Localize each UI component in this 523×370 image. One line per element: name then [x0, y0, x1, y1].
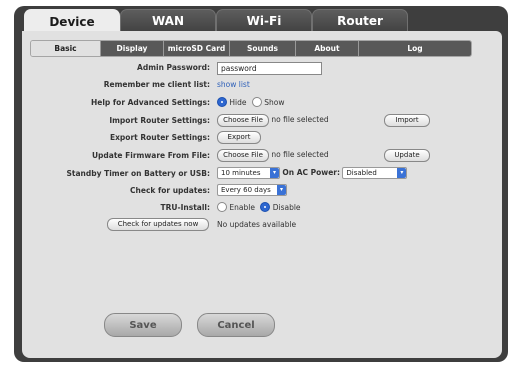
chevron-updown-icon: ▾	[270, 168, 279, 178]
check-now-wrap: Check for updates now	[107, 218, 209, 231]
subtab-log[interactable]: Log	[359, 41, 471, 56]
subtab-basic[interactable]: Basic	[31, 41, 101, 56]
disable-radio[interactable]	[260, 202, 271, 212]
firmware-label: Update Firmware From File:	[91, 151, 210, 160]
import-choose-file-button[interactable]: Choose File	[217, 114, 269, 127]
subtab-sounds[interactable]: Sounds	[230, 41, 296, 56]
tab-wifi[interactable]: Wi-Fi	[216, 9, 312, 31]
subtab-about[interactable]: About	[296, 41, 359, 56]
firmware-no-file-text: no file selected	[271, 150, 329, 159]
check-updates-select-value: Every 60 days	[221, 186, 271, 194]
import-button[interactable]: Import	[384, 114, 430, 127]
disable-label: Disable	[272, 203, 301, 212]
subtab-microsd[interactable]: microSD Card	[164, 41, 230, 56]
tru-install-label: TRU-Install:	[160, 203, 210, 212]
update-button-wrap: Update	[384, 149, 430, 162]
tab-router[interactable]: Router	[312, 9, 408, 31]
export-row: Export	[217, 131, 261, 144]
check-updates-label: Check for updates:	[130, 186, 210, 195]
standby-label: Standby Timer on Battery or USB:	[66, 169, 210, 178]
admin-password-input[interactable]: password	[217, 62, 322, 75]
tru-install-radio-group: Enable Disable	[217, 202, 301, 212]
show-list-link[interactable]: show list	[217, 80, 250, 89]
check-updates-now-button[interactable]: Check for updates now	[107, 218, 209, 231]
standby-row: 10 minutes ▾ On AC Power: Disabled ▾	[217, 167, 408, 179]
import-no-file-text: no file selected	[271, 115, 329, 124]
chevron-updown-icon: ▾	[277, 185, 286, 195]
check-now-status: No updates available	[217, 220, 297, 229]
cancel-button[interactable]: Cancel	[197, 313, 275, 337]
import-row: Choose File no file selected	[217, 114, 329, 127]
chevron-updown-icon: ▾	[397, 168, 407, 178]
help-radio-group: Hide Show	[217, 97, 285, 107]
ac-power-select[interactable]: Disabled ▾	[342, 167, 408, 179]
check-updates-select[interactable]: Every 60 days ▾	[217, 184, 287, 196]
show-label: Show	[264, 98, 285, 107]
main-tabs: Device WAN Wi-Fi Router	[14, 6, 508, 34]
firmware-choose-file-button[interactable]: Choose File	[217, 149, 269, 162]
enable-label: Enable	[229, 203, 255, 212]
export-button[interactable]: Export	[217, 131, 261, 144]
firmware-row: Choose File no file selected	[217, 149, 329, 162]
enable-radio[interactable]	[217, 202, 227, 212]
hide-label: Hide	[229, 98, 247, 107]
export-label: Export Router Settings:	[109, 133, 210, 142]
ac-power-label: On AC Power:	[282, 168, 340, 177]
save-button[interactable]: Save	[104, 313, 182, 337]
standby-select[interactable]: 10 minutes ▾	[217, 167, 280, 179]
help-label: Help for Advanced Settings:	[90, 98, 210, 107]
sub-tabs: Basic Display microSD Card Sounds About …	[30, 40, 472, 57]
tab-wan[interactable]: WAN	[120, 9, 216, 31]
ac-power-select-value: Disabled	[346, 169, 377, 177]
hide-radio[interactable]	[217, 97, 227, 107]
admin-password-label: Admin Password:	[137, 63, 210, 72]
check-updates-row: Every 60 days ▾	[217, 184, 287, 196]
subtab-display[interactable]: Display	[101, 41, 164, 56]
standby-select-value: 10 minutes	[221, 169, 261, 177]
remember-label: Remember me client list:	[103, 80, 210, 89]
update-button[interactable]: Update	[384, 149, 430, 162]
import-button-wrap: Import	[384, 114, 430, 127]
show-radio[interactable]	[251, 97, 262, 107]
import-label: Import Router Settings:	[109, 116, 210, 125]
